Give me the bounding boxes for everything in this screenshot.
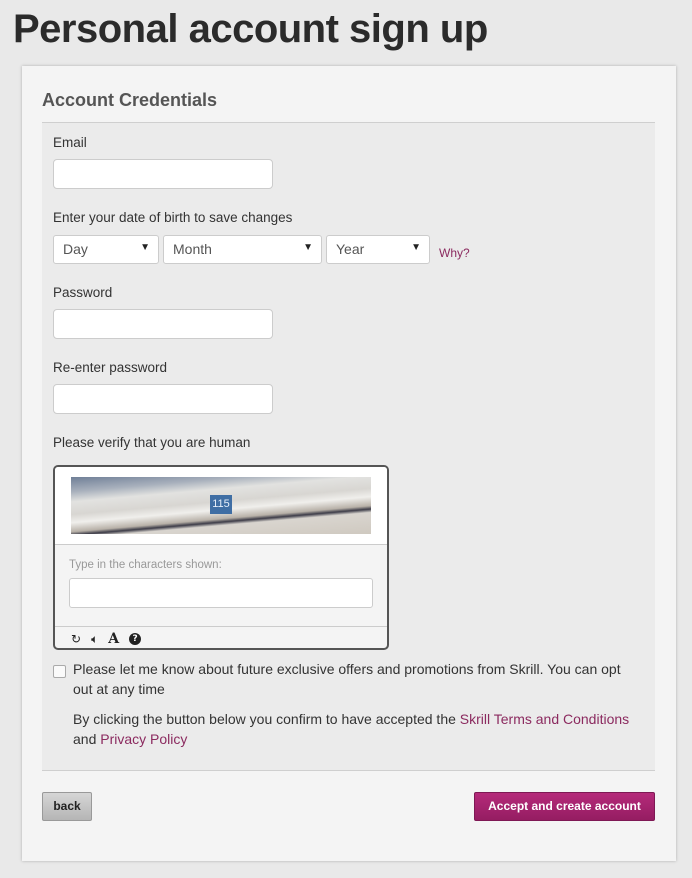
password-input[interactable] bbox=[53, 309, 273, 339]
help-icon[interactable]: ? bbox=[129, 632, 142, 645]
offers-checkbox[interactable] bbox=[53, 665, 66, 678]
captcha-image: 115 bbox=[71, 477, 371, 534]
account-credentials-section: Email Enter your date of birth to save c… bbox=[42, 122, 655, 771]
month-select-value: Month bbox=[173, 241, 212, 257]
font-icon[interactable]: A bbox=[108, 632, 119, 646]
section-title: Account Credentials bbox=[42, 90, 218, 110]
password-label: Password bbox=[53, 285, 113, 300]
privacy-policy-link[interactable]: Privacy Policy bbox=[100, 731, 187, 747]
captcha-prompt: Type in the characters shown: bbox=[69, 559, 222, 571]
day-select-value: Day bbox=[63, 241, 88, 257]
dob-label: Enter your date of birth to save changes bbox=[53, 210, 293, 225]
terms-prefix: By clicking the button below you confirm… bbox=[73, 711, 460, 727]
captcha-widget: 115 Type in the characters shown: ↻ 🔈︎ A… bbox=[53, 465, 389, 650]
email-input[interactable] bbox=[53, 159, 273, 189]
day-select[interactable]: Day ▼ bbox=[53, 235, 159, 264]
reenter-password-input[interactable] bbox=[53, 384, 273, 414]
email-label: Email bbox=[53, 135, 87, 150]
captcha-input[interactable] bbox=[69, 578, 373, 608]
captcha-image-text: 115 bbox=[210, 495, 232, 514]
why-link[interactable]: Why? bbox=[439, 246, 470, 260]
captcha-image-area: 115 bbox=[55, 467, 387, 545]
refresh-icon[interactable]: ↻ bbox=[71, 633, 81, 645]
chevron-down-icon: ▼ bbox=[303, 242, 313, 253]
accept-create-account-button[interactable]: Accept and create account bbox=[474, 792, 655, 821]
year-select[interactable]: Year ▼ bbox=[326, 235, 430, 264]
audio-icon[interactable]: 🔈︎ bbox=[91, 633, 98, 645]
captcha-label: Please verify that you are human bbox=[53, 435, 251, 450]
year-select-value: Year bbox=[336, 241, 365, 257]
captcha-toolbar: ↻ 🔈︎ A ? bbox=[55, 626, 387, 648]
offers-checkbox-label: Please let me know about future exclusiv… bbox=[73, 661, 621, 697]
chevron-down-icon: ▼ bbox=[411, 242, 421, 253]
terms-middle: and bbox=[73, 731, 101, 747]
signup-card: Account Credentials Email Enter your dat… bbox=[22, 66, 676, 861]
month-select[interactable]: Month ▼ bbox=[163, 235, 322, 264]
terms-text: By clicking the button below you confirm… bbox=[73, 709, 643, 749]
chevron-down-icon: ▼ bbox=[140, 242, 150, 253]
reenter-password-label: Re-enter password bbox=[53, 360, 168, 375]
page-title: Personal account sign up bbox=[13, 7, 488, 51]
terms-link[interactable]: Skrill Terms and Conditions bbox=[460, 711, 629, 727]
back-button[interactable]: back bbox=[42, 792, 92, 821]
